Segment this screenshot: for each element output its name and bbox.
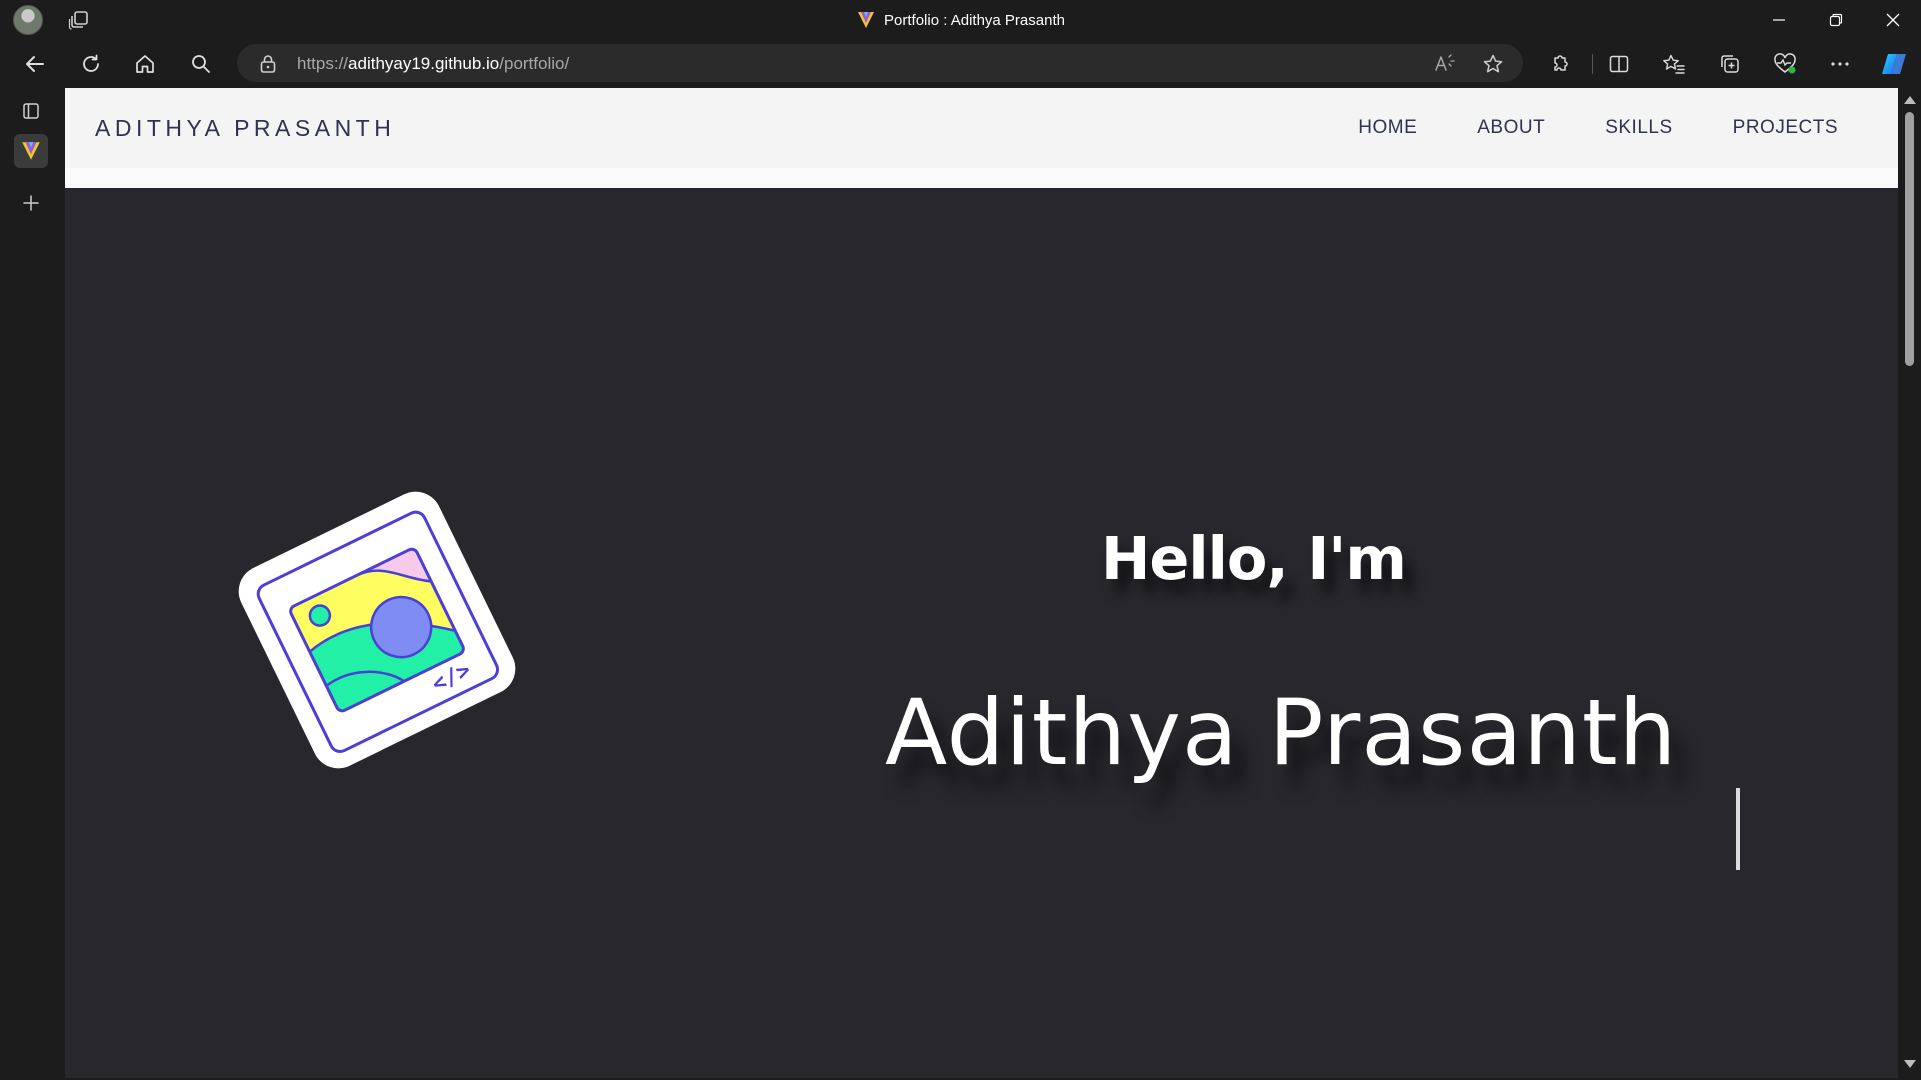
copilot-button[interactable] bbox=[1880, 50, 1908, 78]
search-icon bbox=[192, 55, 210, 73]
nav-about-link[interactable]: ABOUT bbox=[1477, 117, 1545, 139]
site-favicon-icon bbox=[856, 10, 876, 30]
scroll-up-arrow-icon[interactable] bbox=[1904, 96, 1916, 104]
new-tab-plus-icon bbox=[23, 195, 39, 211]
read-aloud-icon bbox=[1435, 54, 1455, 71]
search-button[interactable] bbox=[187, 50, 215, 78]
collections-button[interactable] bbox=[1716, 50, 1744, 78]
vertical-tabs-sidebar bbox=[0, 88, 64, 1080]
site-nav: HOME ABOUT SKILLS PROJECTS bbox=[1358, 88, 1838, 168]
title-bar: Portfolio : Adithya Prasanth bbox=[0, 0, 1921, 40]
refresh-button[interactable] bbox=[77, 50, 105, 78]
site-header: ADITHYA PRASANTH HOME ABOUT SKILLS PROJE… bbox=[65, 88, 1898, 168]
page-scrollbar[interactable] bbox=[1898, 88, 1921, 1080]
hero-name: Adithya Prasanth bbox=[885, 681, 1678, 786]
minimize-icon bbox=[1772, 19, 1785, 21]
settings-more-button[interactable] bbox=[1826, 50, 1854, 78]
active-tab-favicon bbox=[22, 142, 40, 160]
new-tab-button[interactable] bbox=[14, 186, 48, 220]
url-path: /portfolio/ bbox=[499, 54, 570, 73]
tab-list-icon bbox=[23, 103, 39, 119]
site-brand[interactable]: ADITHYA PRASANTH bbox=[95, 88, 395, 168]
favorites-icon bbox=[1663, 54, 1685, 74]
scroll-down-arrow-icon[interactable] bbox=[1904, 1060, 1916, 1068]
active-tab[interactable] bbox=[14, 134, 48, 168]
split-screen-icon bbox=[1609, 55, 1629, 73]
tab-list-button[interactable] bbox=[14, 94, 48, 128]
close-icon bbox=[1886, 13, 1899, 27]
collections-icon bbox=[1721, 55, 1739, 73]
favorite-button[interactable] bbox=[1479, 50, 1507, 78]
back-icon bbox=[26, 56, 44, 72]
browser-essentials-button[interactable] bbox=[1771, 50, 1799, 78]
home-icon bbox=[136, 55, 154, 73]
back-button[interactable] bbox=[21, 50, 49, 78]
toolbar-divider bbox=[1592, 54, 1593, 74]
window-controls bbox=[1750, 0, 1921, 40]
hero-greeting: Hello, I'm bbox=[1101, 524, 1407, 593]
refresh-icon bbox=[83, 54, 99, 72]
window-title: Portfolio : Adithya Prasanth bbox=[0, 0, 1921, 40]
extensions-icon bbox=[1554, 55, 1568, 71]
minimize-button[interactable] bbox=[1750, 0, 1807, 40]
window-title-text: Portfolio : Adithya Prasanth bbox=[884, 11, 1065, 29]
site-info-button[interactable] bbox=[254, 50, 282, 78]
home-button[interactable] bbox=[131, 50, 159, 78]
url-text[interactable]: https://adithyay19.github.io/portfolio/ bbox=[297, 40, 569, 88]
nav-projects-link[interactable]: PROJECTS bbox=[1733, 117, 1838, 139]
split-screen-button[interactable] bbox=[1605, 50, 1633, 78]
scroll-thumb[interactable] bbox=[1905, 112, 1914, 366]
url-scheme: https:// bbox=[297, 54, 349, 73]
read-aloud-button[interactable] bbox=[1430, 50, 1458, 78]
typing-cursor bbox=[1736, 788, 1740, 870]
page-viewport: ADITHYA PRASANTH HOME ABOUT SKILLS PROJE… bbox=[65, 88, 1898, 1078]
lock-icon bbox=[260, 55, 276, 73]
url-host: adithyay19.github.io bbox=[348, 54, 500, 73]
browser-essentials-icon bbox=[1774, 53, 1796, 74]
nav-home-link[interactable]: HOME bbox=[1358, 117, 1417, 139]
nav-skills-link[interactable]: SKILLS bbox=[1605, 117, 1672, 139]
more-icon bbox=[1831, 62, 1849, 66]
extensions-button[interactable] bbox=[1546, 50, 1574, 78]
close-button[interactable] bbox=[1864, 0, 1921, 40]
copilot-icon bbox=[1882, 54, 1906, 74]
restore-button[interactable] bbox=[1807, 0, 1864, 40]
favorite-star-icon bbox=[1483, 54, 1503, 73]
favorites-button[interactable] bbox=[1660, 50, 1688, 78]
header-divider-strip bbox=[65, 168, 1898, 188]
hero-illustration: </> bbox=[207, 460, 547, 800]
restore-icon bbox=[1829, 13, 1842, 27]
